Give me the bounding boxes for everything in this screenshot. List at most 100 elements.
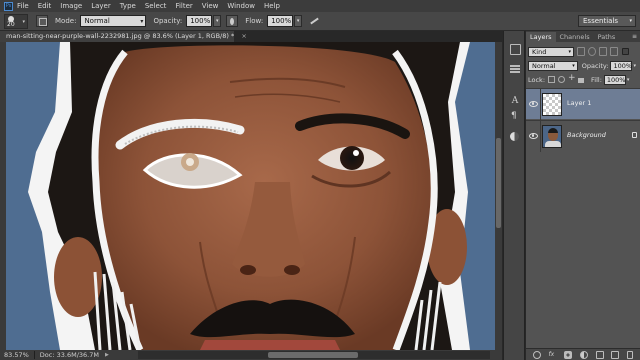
layer-opacity-label: Opacity:: [581, 61, 609, 70]
mode-value: Normal: [84, 17, 110, 25]
vertical-scrollbar[interactable]: [495, 42, 502, 350]
doc-size-info: Doc: 33.6M/36.7M: [39, 351, 99, 359]
flow-field[interactable]: 100%: [267, 15, 294, 27]
tab-channels[interactable]: Channels: [556, 32, 594, 42]
menu-view[interactable]: View: [202, 2, 219, 10]
blend-mode-value: Normal: [532, 61, 556, 70]
close-icon[interactable]: ×: [241, 32, 246, 40]
mode-label: Mode:: [55, 17, 77, 25]
fx-icon[interactable]: fx: [549, 351, 557, 359]
brush-panel-toggle-icon[interactable]: [36, 15, 48, 27]
character-panel-icon[interactable]: A: [508, 95, 522, 107]
fill-slider-button[interactable]: ▾: [627, 75, 632, 85]
filter-shape-icon[interactable]: [610, 47, 618, 56]
new-adjustment-layer-icon[interactable]: [579, 350, 588, 359]
menu-edit[interactable]: Edit: [38, 2, 52, 10]
fill-field[interactable]: 100%: [603, 74, 626, 85]
lock-all-icon[interactable]: [578, 78, 585, 83]
brush-size-value: 20: [7, 20, 15, 28]
add-mask-icon[interactable]: [564, 350, 573, 359]
menu-image[interactable]: Image: [60, 2, 82, 10]
blend-mode-select[interactable]: Normal ▾: [528, 60, 578, 71]
vertical-scroll-thumb[interactable]: [496, 138, 501, 228]
menu-help[interactable]: Help: [264, 2, 280, 10]
lock-position-icon[interactable]: [568, 73, 576, 83]
properties-panel-icon[interactable]: [508, 63, 522, 75]
photoshop-logo-icon: Ps: [4, 1, 13, 11]
chevron-down-icon: ▾: [140, 18, 144, 25]
new-group-icon[interactable]: [595, 350, 604, 359]
layer-opacity-field[interactable]: 100%: [610, 60, 633, 71]
paragraph-panel-icon[interactable]: [508, 111, 522, 123]
status-bar: 83.57% Doc: 33.6M/36.7M ▶: [0, 350, 502, 360]
layers-list-empty-area[interactable]: [526, 152, 640, 348]
layer-name[interactable]: Background: [567, 131, 606, 139]
horizontal-scroll-thumb[interactable]: [268, 352, 358, 358]
layers-panel-tabs: Layers Channels Paths: [526, 31, 640, 42]
history-panel-icon[interactable]: [508, 43, 522, 55]
delete-layer-icon[interactable]: [627, 350, 634, 359]
workspace-switcher[interactable]: Essentials ▾: [578, 15, 636, 27]
layer-filter-row: Kind ▾: [528, 46, 638, 57]
filter-type-icon[interactable]: [599, 47, 607, 56]
photo-canvas: [0, 42, 502, 350]
menu-select[interactable]: Select: [145, 2, 167, 10]
opacity-slider-button[interactable]: ▾: [213, 15, 222, 27]
status-menu-arrow-icon[interactable]: ▶: [105, 352, 109, 358]
menu-layer[interactable]: Layer: [91, 2, 111, 10]
document-canvas[interactable]: [0, 42, 502, 350]
new-layer-icon[interactable]: [611, 350, 620, 359]
tab-layers[interactable]: Layers: [526, 32, 556, 42]
menu-file[interactable]: File: [17, 2, 29, 10]
blend-row: Normal ▾ Opacity: 100% ▾: [528, 60, 638, 71]
zoom-level[interactable]: 83.57%: [4, 351, 29, 359]
layer-1-thumbnail[interactable]: [542, 93, 562, 116]
lock-transparency-icon[interactable]: [548, 76, 556, 83]
visibility-eye-icon[interactable]: [528, 99, 538, 109]
filter-pixel-icon[interactable]: [577, 47, 585, 56]
filter-adjustment-icon[interactable]: [588, 47, 596, 56]
fill-label: Fill:: [591, 75, 602, 84]
airbrush-icon[interactable]: [308, 15, 322, 27]
menu-type[interactable]: Type: [120, 2, 136, 10]
canvas-edge: [0, 42, 6, 350]
lock-icon: [632, 132, 637, 138]
opacity-label: Opacity:: [153, 17, 183, 25]
document-tab[interactable]: man-sitting-near-purple-wall-2232981.jpg…: [0, 31, 247, 42]
tab-paths[interactable]: Paths: [594, 32, 620, 42]
filter-toggle-icon[interactable]: [622, 48, 629, 55]
lock-row: Lock: Fill: 100% ▾: [528, 73, 638, 85]
flow-slider-button[interactable]: ▾: [294, 15, 303, 27]
chevron-down-icon: ▾: [572, 62, 575, 69]
adjustments-panel-icon[interactable]: [508, 131, 522, 143]
layer-opacity-slider-button[interactable]: ▾: [633, 61, 638, 71]
layers-footer: fx: [526, 348, 640, 360]
layer-row-layer-1[interactable]: Layer 1: [526, 88, 640, 120]
visibility-eye-icon[interactable]: [528, 131, 538, 141]
options-bar: 20 ▾ Mode: Normal ▾ Opacity: 100% ▾ Flow…: [0, 12, 640, 31]
link-layers-icon[interactable]: [532, 350, 541, 359]
mode-select[interactable]: Normal ▾: [80, 15, 147, 27]
layers-panel: Layers Channels Paths ≡ Kind ▾ Normal ▾ …: [526, 31, 640, 360]
filter-kind-select[interactable]: Kind ▾: [528, 46, 574, 57]
brush-preset-picker[interactable]: 20 ▾: [4, 13, 28, 29]
lock-label: Lock:: [528, 75, 546, 84]
menu-filter[interactable]: Filter: [175, 2, 192, 10]
panel-menu-icon[interactable]: ≡: [632, 33, 637, 40]
menu-bar: Ps File Edit Image Layer Type Select Fil…: [0, 0, 640, 12]
background-thumbnail[interactable]: [542, 125, 562, 148]
status-divider: [33, 351, 35, 359]
layer-name[interactable]: Layer 1: [567, 99, 591, 107]
thumbnail-hair: [548, 128, 558, 133]
lock-pixels-icon[interactable]: [558, 76, 566, 83]
pressure-opacity-icon[interactable]: [226, 15, 239, 27]
opacity-field[interactable]: 100%: [186, 15, 213, 27]
flow-value: 100%: [271, 17, 292, 25]
horizontal-scrollbar[interactable]: [138, 351, 490, 359]
menu-window[interactable]: Window: [227, 2, 255, 10]
chevron-down-icon: ▾: [22, 18, 25, 25]
layer-row-divider: [540, 121, 541, 152]
document-title: man-sitting-near-purple-wall-2232981.jpg…: [6, 32, 235, 40]
flow-label: Flow:: [245, 17, 264, 25]
layer-row-background[interactable]: Background: [526, 120, 640, 152]
